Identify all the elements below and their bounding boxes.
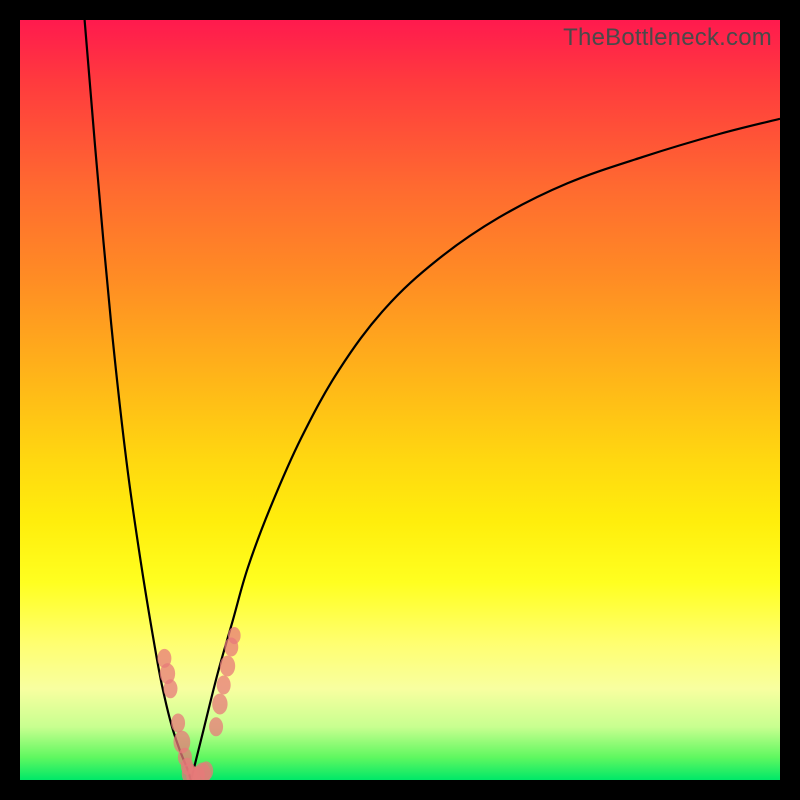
data-point xyxy=(171,714,185,733)
curve-right-branch xyxy=(191,119,780,780)
data-point xyxy=(209,717,223,736)
scatter-points xyxy=(157,627,240,780)
data-point xyxy=(217,676,231,695)
curve-left-branch xyxy=(85,20,191,780)
data-point xyxy=(199,761,213,780)
chart-plot-area: TheBottleneck.com xyxy=(20,20,780,780)
data-point xyxy=(163,679,177,698)
chart-frame: TheBottleneck.com xyxy=(0,0,800,800)
chart-svg xyxy=(20,20,780,780)
data-point xyxy=(212,694,227,715)
watermark-text: TheBottleneck.com xyxy=(563,24,772,52)
data-point xyxy=(228,627,241,644)
data-point xyxy=(220,656,235,677)
